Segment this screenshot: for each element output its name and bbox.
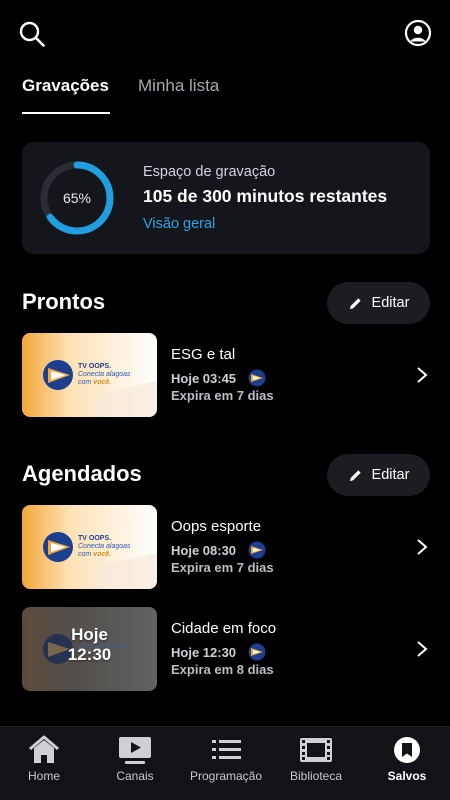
edit-scheduled-label: Editar [371,467,410,483]
recording-title: Cidade em foco [171,620,277,637]
recording-thumbnail: TV OOPS. Conecta alagoas com você. [22,505,157,589]
recording-expiry: Expira em 8 dias [171,662,274,677]
nav-label-saved: Salvos [387,769,427,783]
nav-label-schedule: Programação [189,769,263,783]
nav-item-library[interactable]: Biblioteca [280,727,352,800]
recording-expiry: Expira em 7 dias [171,560,274,575]
channel-logo-icon [248,369,266,387]
active-tab-indicator [22,112,110,114]
recording-expiry: Expira em 7 dias [171,388,274,403]
nav-item-home[interactable]: Home [8,727,80,800]
thumb-brand-text: TV OOPS. Conecta alagoas com você. [78,535,131,558]
storage-title: Espaço de gravação [143,164,276,180]
tv-play-icon [119,737,151,764]
bookmark-icon [394,737,420,763]
edit-ready-label: Editar [371,295,410,311]
chevron-right-icon [417,539,428,555]
overview-link[interactable]: Visão geral [143,216,215,232]
bottom-navigation: Home Canais Programação Biblioteca Salvo… [0,726,450,800]
recording-title: ESG e tal [171,346,236,363]
channel-logo-icon [248,541,266,559]
storage-percent-label: 65% [62,190,92,206]
recording-item[interactable]: TV OOPS. Conecta alagoas com você. Oops … [22,505,430,589]
tab-recordings[interactable]: Gravações [22,76,109,96]
recording-thumbnail: Conecta alagoas Hoje 12:30 [22,607,157,691]
pencil-icon [349,297,361,309]
nav-label-library: Biblioteca [289,769,343,783]
list-icon [212,740,241,759]
section-title-ready: Prontos [22,289,106,314]
recording-item[interactable]: Conecta alagoas Hoje 12:30 Cidade em foc… [22,607,430,691]
profile-icon[interactable] [404,19,432,47]
search-icon[interactable] [18,20,46,48]
scheduled-time-overlay: Hoje 12:30 [67,625,112,664]
chevron-right-icon [417,367,428,383]
recording-item[interactable]: TV OOPS. Conecta alagoas com você. ESG e… [22,333,430,417]
recording-thumbnail: TV OOPS. Conecta alagoas com você. [22,333,157,417]
chevron-right-icon [417,641,428,657]
tab-bar: Gravações Minha lista [0,70,450,116]
tab-my-list[interactable]: Minha lista [138,76,219,96]
film-icon [300,738,332,762]
pencil-icon [349,469,361,481]
nav-item-schedule[interactable]: Programação [181,727,271,800]
recording-time: Hoje 03:45 [171,369,266,387]
storage-remaining: 105 de 300 minutos restantes [143,186,388,206]
thumb-brand-text: TV OOPS. Conecta alagoas com você. [78,363,131,386]
recording-title: Oops esporte [171,518,262,535]
nav-item-saved[interactable]: Salvos [371,727,443,800]
nav-label-home: Home [27,769,60,783]
recording-storage-card: 65% Espaço de gravação 105 de 300 minuto… [22,142,430,254]
recording-time: Hoje 12:30 [171,643,266,661]
home-icon [29,735,59,763]
nav-label-channels: Canais [116,769,154,783]
edit-scheduled-button[interactable]: Editar [327,454,430,496]
edit-ready-button[interactable]: Editar [327,282,430,324]
channel-logo-icon [248,643,266,661]
section-title-scheduled: Agendados [22,461,142,486]
top-bar [0,0,450,64]
nav-item-channels[interactable]: Canais [99,727,171,800]
recording-time: Hoje 08:30 [171,541,266,559]
